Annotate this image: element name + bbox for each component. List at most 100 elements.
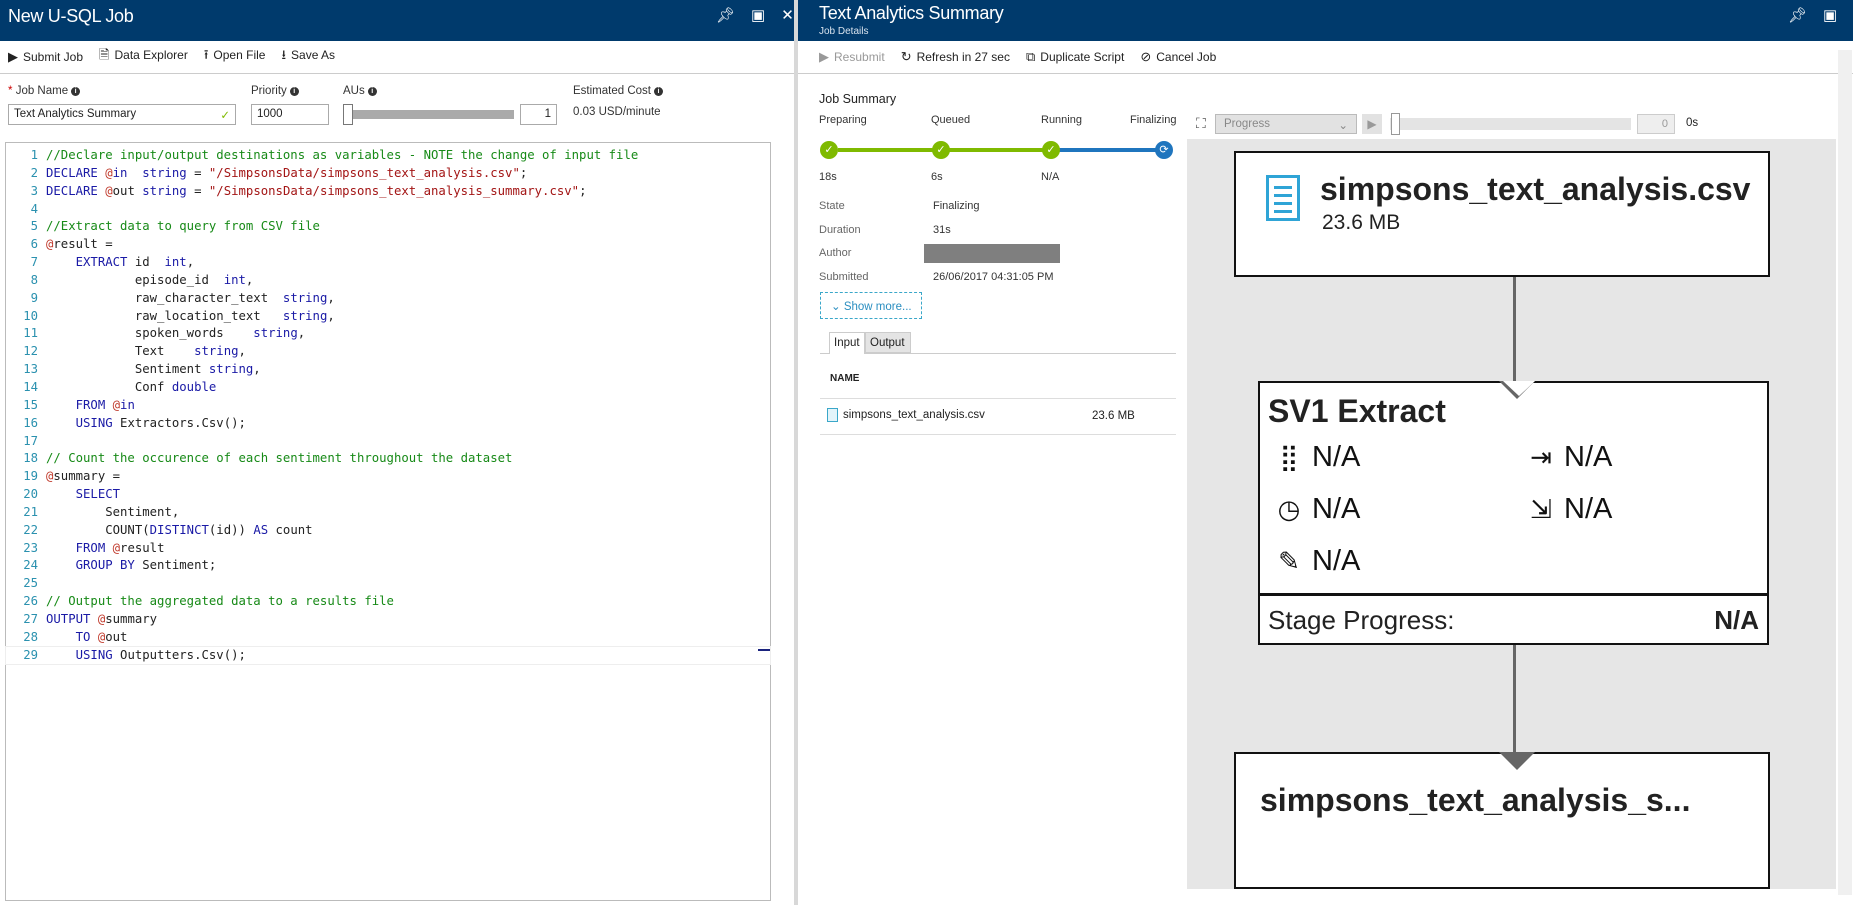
close-icon[interactable]: ✕ <box>781 6 794 24</box>
stage-progress-label: Stage Progress: <box>1268 605 1455 635</box>
code-editor[interactable]: 1//Declare input/output destinations as … <box>5 142 771 901</box>
estimated-cost-value: 0.03 USD/minute <box>573 106 661 118</box>
refresh-in-sec-button[interactable]: ↻ Refresh in 27 sec <box>901 49 1010 65</box>
check-circle-icon: ✓ <box>820 141 838 159</box>
code-line[interactable]: 21 Sentiment, <box>6 504 770 522</box>
frame-input[interactable]: 0 <box>1637 114 1675 134</box>
detail-label: State <box>819 200 845 212</box>
info-icon[interactable]: i <box>289 87 299 96</box>
aus-input[interactable]: 1 <box>520 104 557 125</box>
cancel-icon: ⊘ <box>1140 49 1152 64</box>
line-number: 20 <box>23 487 38 502</box>
pin-icon[interactable]: 📌︎ <box>1788 6 1807 24</box>
code-line[interactable]: 16 USING Extractors.Csv(); <box>6 415 770 433</box>
code-line[interactable]: 18// Count the occurence of each sentime… <box>6 450 770 468</box>
chevron-down-icon: ⌄ <box>831 301 841 313</box>
job-name-input[interactable]: Text Analytics Summary ✓ <box>8 104 236 125</box>
line-number: 26 <box>23 594 38 609</box>
job-name-label: * Job Name i <box>8 85 81 97</box>
maximize-icon[interactable]: ▣ <box>751 6 765 24</box>
line-number: 23 <box>23 540 38 555</box>
pin-icon[interactable]: 📌︎ <box>716 6 735 24</box>
view-mode-select[interactable]: Progress ⌄ <box>1215 114 1357 134</box>
code-line[interactable]: 5//Extract data to query from CSV file <box>6 218 770 236</box>
submit-job-button[interactable]: ▶ Submit Job <box>8 49 83 65</box>
duplicate-icon: ⧉ <box>1025 49 1036 64</box>
show-more-button[interactable]: ⌄ Show more... <box>820 292 922 319</box>
code-line[interactable]: 8 episode_id int, <box>6 272 770 290</box>
info-icon[interactable]: i <box>71 87 81 96</box>
duplicate-script-button[interactable]: ⧉ Duplicate Script <box>1026 49 1124 65</box>
input-node-size: 23.6 MB <box>1322 211 1401 234</box>
code-line[interactable]: 12 Text string, <box>6 343 770 361</box>
code-line[interactable]: 25 <box>6 575 770 593</box>
output-node-title: simpsons_text_analysis_s... <box>1260 782 1691 818</box>
code-line[interactable]: 20 SELECT <box>6 486 770 504</box>
data-explorer-button[interactable]: 🗎 Data Explorer <box>99 46 188 68</box>
line-number: 11 <box>23 326 38 341</box>
code-line[interactable]: 19 @summary = <box>6 468 770 486</box>
code-line[interactable]: 14 Conf double <box>6 379 770 397</box>
progress-track <box>838 148 1164 152</box>
code-line[interactable]: 3 DECLARE @out string = "/SimpsonsData/si… <box>6 183 770 201</box>
aus-slider-thumb[interactable] <box>343 104 353 125</box>
open-file-button[interactable]: ⭱ Open File <box>204 46 266 68</box>
right-blade-subtitle: Job Details <box>819 26 869 37</box>
info-icon[interactable]: i <box>367 87 377 96</box>
fit-to-screen-icon[interactable]: ⛶ <box>1196 115 1206 132</box>
code-line[interactable]: 10 raw_location_text string, <box>6 308 770 326</box>
line-number: 17 <box>23 433 38 448</box>
info-icon[interactable]: i <box>653 87 663 96</box>
stage-time: N/A <box>1041 171 1060 183</box>
cancel-job-button[interactable]: ⊘ Cancel Job <box>1140 49 1216 65</box>
graph-node-input[interactable]: simpsons_text_analysis.csv 23.6 MB <box>1234 151 1770 277</box>
right-toolbar: ▶ Resubmit ↻ Refresh in 27 sec ⧉ Duplicate Sc… <box>798 41 1853 74</box>
graph-node-output[interactable]: simpsons_text_analysis_s... <box>1234 752 1770 889</box>
code-line[interactable]: 11 spoken_words string, <box>6 325 770 343</box>
code-line[interactable]: 22 COUNT(DISTINCT(id)) AS count <box>6 522 770 540</box>
code-line[interactable]: 24 GROUP BY Sentiment; <box>6 557 770 575</box>
redacted-author <box>924 244 1060 264</box>
code-line[interactable]: 9 raw_character_text string, <box>6 290 770 308</box>
line-number: 10 <box>23 308 38 323</box>
code-line[interactable]: 27 OUTPUT @summary <box>6 611 770 629</box>
blade-divider[interactable] <box>794 0 798 905</box>
maximize-icon[interactable]: ▣ <box>1823 6 1837 24</box>
job-summary-title: Job Summary <box>819 92 897 106</box>
code-line[interactable]: 6 @result = <box>6 236 770 254</box>
code-line[interactable]: 7 EXTRACT id int, <box>6 254 770 272</box>
code-line[interactable]: 4 <box>6 201 770 219</box>
code-line[interactable]: 2 DECLARE @in string = "/SimpsonsData/sim… <box>6 165 770 183</box>
tab-input[interactable]: Input <box>829 332 865 354</box>
clock-icon: ◷ <box>1277 494 1301 524</box>
input-file-row[interactable]: simpsons_text_analysis.csv <box>827 408 985 422</box>
scrollbar[interactable] <box>1838 50 1852 895</box>
resubmit-button[interactable]: ▶ Resubmit <box>819 49 885 65</box>
playback-slider-thumb[interactable] <box>1391 113 1400 135</box>
code-line[interactable]: 13 Sentiment string, <box>6 361 770 379</box>
code-line[interactable]: 15 FROM @in <box>6 397 770 415</box>
line-number: 12 <box>23 344 38 359</box>
line-number: 16 <box>23 415 38 430</box>
playback-slider[interactable] <box>1390 118 1631 130</box>
rows-edit-icon: ✎ <box>1278 546 1300 576</box>
code-line[interactable]: 28 TO @out <box>6 629 770 647</box>
line-number: 4 <box>30 201 38 216</box>
upload-icon: ⭱ <box>203 47 209 62</box>
estimated-cost-label: Estimated Cost i <box>573 85 663 97</box>
priority-label: Priority i <box>251 85 299 97</box>
tab-output[interactable]: Output <box>865 332 911 353</box>
left-blade-title: New U-SQL Job <box>8 6 134 26</box>
playback-button[interactable]: ▶ <box>1362 114 1382 134</box>
code-line[interactable]: 1//Declare input/output destinations as … <box>6 147 770 165</box>
aus-slider[interactable] <box>348 110 514 119</box>
code-line[interactable]: 23 FROM @result <box>6 540 770 558</box>
code-line[interactable]: 17 <box>6 433 770 451</box>
save-as-button[interactable]: ⭳ Save As <box>281 46 335 68</box>
graph-node-stage[interactable]: SV1 Extract ⣿ N/A ⇥ N/A ◷ N/A ⇲ N/A ✎ N/A Sta… <box>1258 381 1769 645</box>
code-line[interactable]: 29 USING Outputters.Csv(); <box>5 645 771 666</box>
table-header-name: NAME <box>830 373 860 384</box>
file-name[interactable]: simpsons_text_analysis.csv <box>843 409 985 421</box>
priority-input[interactable]: 1000 <box>251 104 329 125</box>
code-line[interactable]: 26// Output the aggregated data to a res… <box>6 593 770 611</box>
